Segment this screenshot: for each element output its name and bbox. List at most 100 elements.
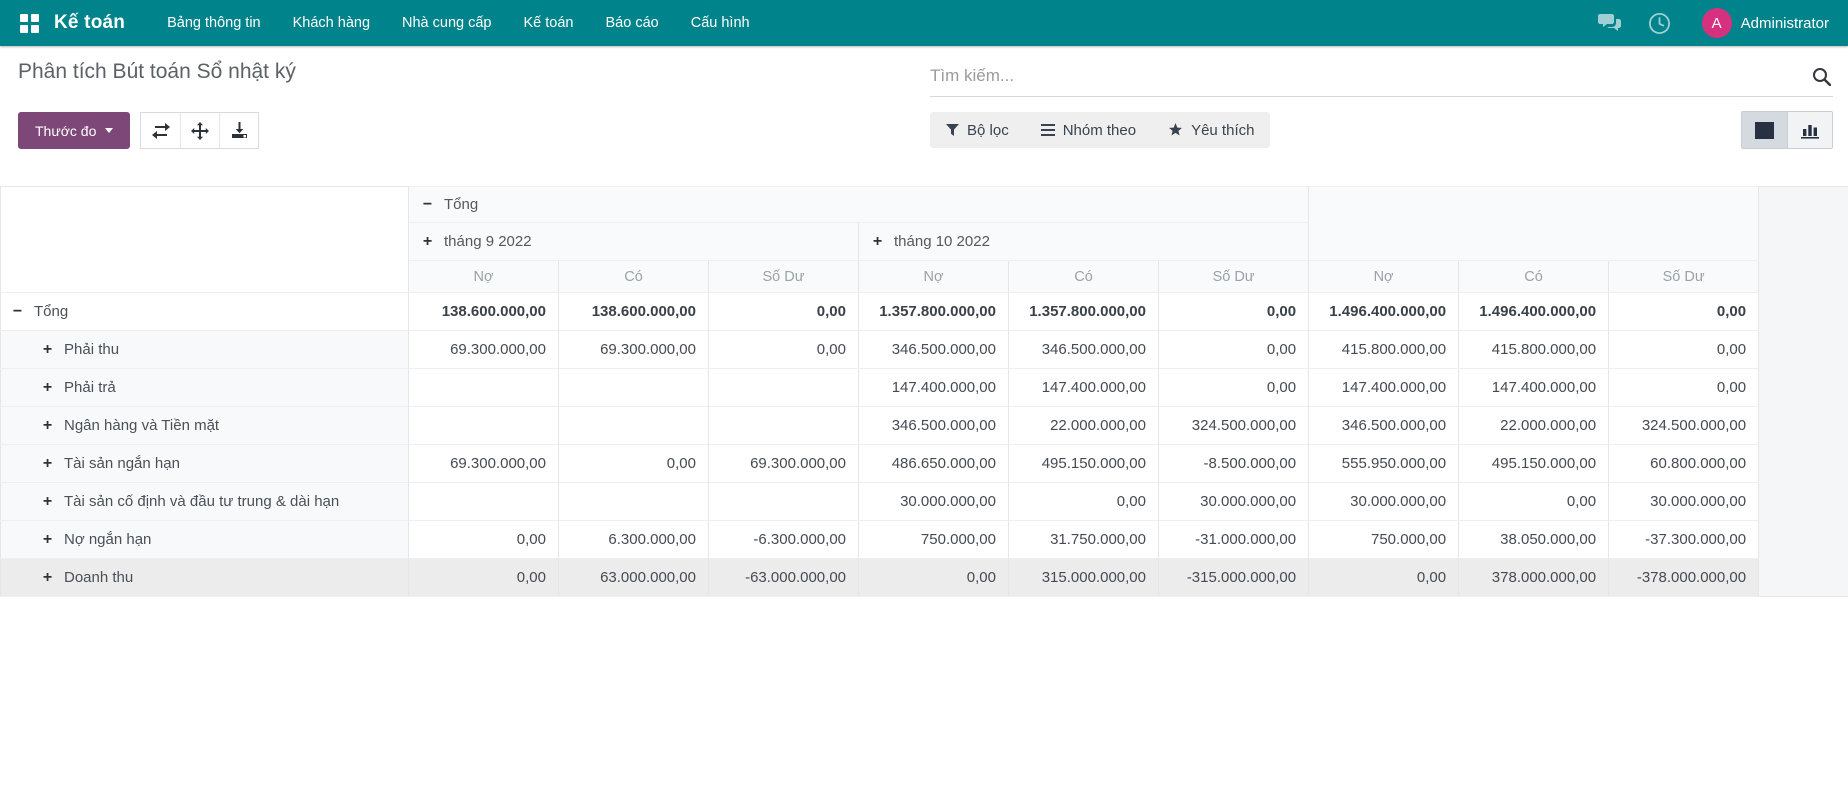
- pivot-measure-header[interactable]: Nợ: [859, 261, 1009, 293]
- pivot-value-cell: -63.000.000,00: [709, 559, 859, 597]
- pivot-value-cell: 22.000.000,00: [1009, 407, 1159, 445]
- user-name[interactable]: Administrator: [1741, 15, 1829, 32]
- measures-dropdown-button[interactable]: Thước đo: [18, 112, 130, 149]
- flip-axis-button[interactable]: [141, 113, 180, 148]
- download-tray-icon: [231, 122, 248, 139]
- search-icon: [1812, 67, 1831, 86]
- measures-button-label: Thước đo: [35, 123, 96, 139]
- pivot-value-cell: 0,00: [1609, 293, 1759, 331]
- expand-icon[interactable]: +: [871, 233, 884, 251]
- pivot-row-header[interactable]: +Phải trả: [1, 369, 409, 407]
- expand-icon[interactable]: +: [41, 379, 54, 397]
- pivot-value-cell: 495.150.000,00: [1009, 445, 1159, 483]
- search-input[interactable]: [930, 66, 1810, 86]
- pivot-row-header[interactable]: +Nợ ngắn hạn: [1, 521, 409, 559]
- nav-item[interactable]: Khách hàng: [277, 0, 386, 46]
- pivot-row: +Tài sản cố định và đầu tư trung & dài h…: [1, 483, 1759, 521]
- nav-item[interactable]: Kế toán: [508, 0, 590, 46]
- group-by-button[interactable]: Nhóm theo: [1025, 112, 1152, 148]
- pivot-value-cell: 1.496.400.000,00: [1309, 293, 1459, 331]
- pivot-col-header[interactable]: +tháng 10 2022: [859, 223, 1309, 261]
- pivot-value-cell: 69.300.000,00: [409, 331, 559, 369]
- pivot-value-cell: -378.000.000,00: [1609, 559, 1759, 597]
- pivot-value-cell: 0,00: [859, 559, 1009, 597]
- nav-item[interactable]: Bảng thông tin: [151, 0, 277, 46]
- nav-item[interactable]: Cấu hình: [675, 0, 766, 46]
- activities-clock-icon[interactable]: [1648, 11, 1672, 35]
- nav-item[interactable]: Nhà cung cấp: [386, 0, 507, 46]
- pivot-value-cell: -6.300.000,00: [709, 521, 859, 559]
- expand-icon[interactable]: +: [41, 341, 54, 359]
- pivot-value-cell: 0,00: [1459, 483, 1609, 521]
- pivot-table: −Tổng+tháng 9 2022+tháng 10 2022NợCóSố D…: [0, 186, 1759, 597]
- nav-item[interactable]: Báo cáo: [590, 0, 675, 46]
- pivot-value-cell: 138.600.000,00: [409, 293, 559, 331]
- chevron-down-icon: [105, 128, 113, 133]
- pivot-value-cell: 30.000.000,00: [1309, 483, 1459, 521]
- graph-view-button[interactable]: [1787, 112, 1832, 148]
- navbar-right: A Administrator: [1572, 8, 1833, 38]
- pivot-value-cell: 324.500.000,00: [1159, 407, 1309, 445]
- pivot-value-cell: 147.400.000,00: [1009, 369, 1159, 407]
- pivot-row-header[interactable]: +Phải thu: [1, 331, 409, 369]
- user-avatar[interactable]: A: [1702, 8, 1732, 38]
- pivot-measure-header[interactable]: Số Dư: [1159, 261, 1309, 293]
- expand-all-button[interactable]: [180, 113, 219, 148]
- pivot-value-cell: 30.000.000,00: [1609, 483, 1759, 521]
- pivot-value-cell: [709, 407, 859, 445]
- pivot-value-cell: 147.400.000,00: [859, 369, 1009, 407]
- pivot-row: +Nợ ngắn hạn0,006.300.000,00-6.300.000,0…: [1, 521, 1759, 559]
- apps-grid-icon[interactable]: [20, 14, 39, 33]
- expand-icon[interactable]: +: [41, 455, 54, 473]
- expand-icon[interactable]: +: [421, 233, 434, 251]
- messages-icon[interactable]: [1598, 11, 1622, 35]
- pivot-value-cell: 415.800.000,00: [1309, 331, 1459, 369]
- favorites-button[interactable]: Yêu thích: [1152, 112, 1270, 148]
- expand-icon[interactable]: +: [41, 531, 54, 549]
- app-name[interactable]: Kế toán: [54, 12, 125, 34]
- pivot-measure-header[interactable]: Số Dư: [1609, 261, 1759, 293]
- pivot-value-cell: 69.300.000,00: [709, 445, 859, 483]
- filter-button-label: Nhóm theo: [1063, 122, 1136, 139]
- pivot-value-cell: 6.300.000,00: [559, 521, 709, 559]
- search-button[interactable]: [1810, 67, 1833, 86]
- pivot-value-cell: 0,00: [409, 559, 559, 597]
- pivot-row-header[interactable]: −Tổng: [1, 293, 409, 331]
- collapse-icon[interactable]: −: [421, 196, 434, 214]
- pivot-value-cell: 30.000.000,00: [859, 483, 1009, 521]
- pivot-row: +Phải trả147.400.000,00147.400.000,000,0…: [1, 369, 1759, 407]
- pivot-row: −Tổng138.600.000,00138.600.000,000,001.3…: [1, 293, 1759, 331]
- pivot-row-header[interactable]: +Doanh thu: [1, 559, 409, 597]
- download-button[interactable]: [219, 113, 258, 148]
- pivot-value-cell: 1.357.800.000,00: [859, 293, 1009, 331]
- pivot-value-cell: 60.800.000,00: [1609, 445, 1759, 483]
- pivot-measure-header[interactable]: Có: [1459, 261, 1609, 293]
- pivot-value-cell: [559, 369, 709, 407]
- pivot-measure-header[interactable]: Có: [1009, 261, 1159, 293]
- collapse-icon[interactable]: −: [11, 303, 24, 321]
- pivot-row-header[interactable]: +Tài sản cố định và đầu tư trung & dài h…: [1, 483, 409, 521]
- expand-icon[interactable]: +: [41, 417, 54, 435]
- filter-button-label: Yêu thích: [1191, 122, 1254, 139]
- expand-icon[interactable]: +: [41, 493, 54, 511]
- pivot-col-root-header[interactable]: −Tổng: [409, 187, 1309, 223]
- pivot-toolbar: [140, 112, 259, 149]
- pivot-value-cell: 1.496.400.000,00: [1459, 293, 1609, 331]
- pivot-measure-header[interactable]: Số Dư: [709, 261, 859, 293]
- pivot-view-button[interactable]: [1742, 112, 1787, 148]
- pivot-measure-header[interactable]: Có: [559, 261, 709, 293]
- pivot-col-header[interactable]: +tháng 9 2022: [409, 223, 859, 261]
- pivot-measure-header[interactable]: Nợ: [1309, 261, 1459, 293]
- pivot-value-cell: 346.500.000,00: [1009, 331, 1159, 369]
- group-by-icon: [1041, 124, 1055, 136]
- filters-button[interactable]: Bộ lọc: [930, 112, 1025, 148]
- pivot-measure-header[interactable]: Nợ: [409, 261, 559, 293]
- pivot-row-header[interactable]: +Tài sản ngắn hạn: [1, 445, 409, 483]
- pivot-row-header[interactable]: +Ngân hàng và Tiền mặt: [1, 407, 409, 445]
- pivot-value-cell: 0,00: [1609, 331, 1759, 369]
- pivot-row: +Phải thu69.300.000,0069.300.000,000,003…: [1, 331, 1759, 369]
- filter-button-label: Bộ lọc: [967, 122, 1009, 139]
- pivot-value-cell: 750.000,00: [1309, 521, 1459, 559]
- pivot-value-cell: 69.300.000,00: [559, 331, 709, 369]
- expand-icon[interactable]: +: [41, 569, 54, 587]
